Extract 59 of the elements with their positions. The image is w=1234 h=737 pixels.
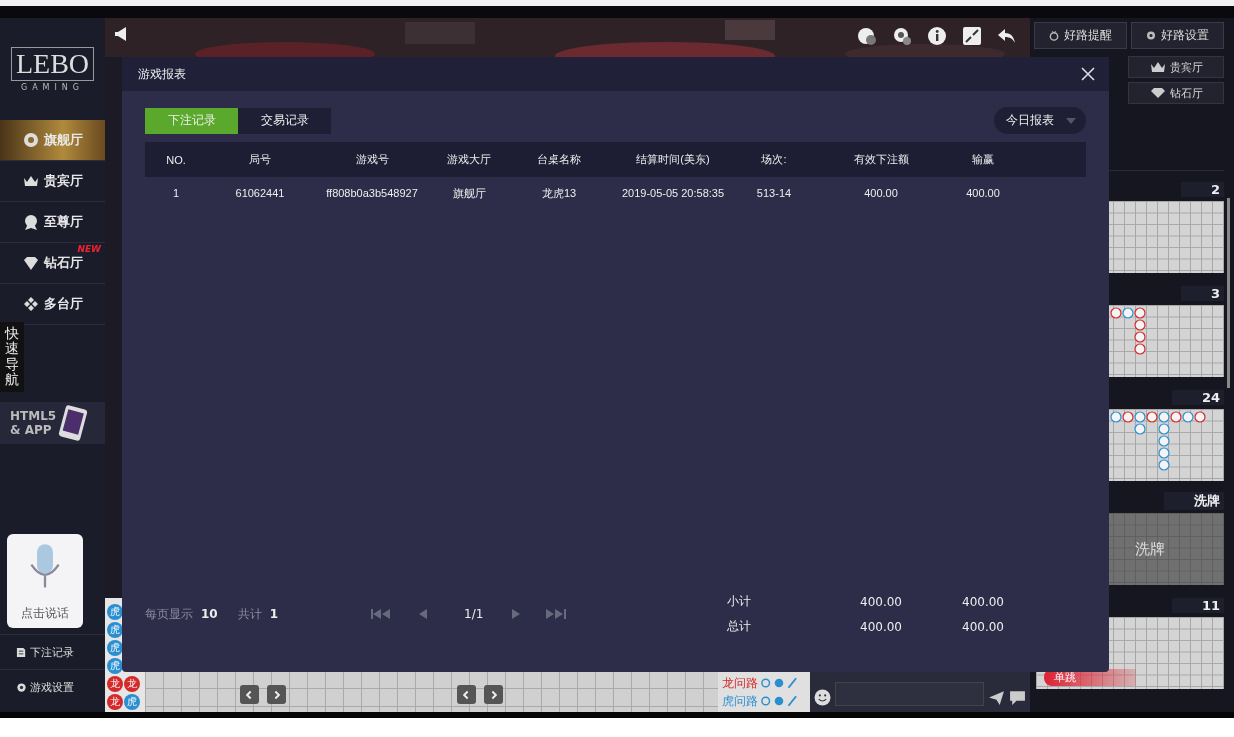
column-header: 游戏号: [354, 152, 390, 167]
hall-button[interactable]: 钻石厅: [1128, 82, 1224, 104]
good-road-settings-button[interactable]: 好路设置: [1131, 22, 1224, 49]
total-count-label: 共计: [237, 605, 262, 623]
bead-marker: 龙: [107, 694, 123, 710]
bead-marker: 虎: [107, 622, 123, 638]
per-page-value: 10: [201, 607, 218, 621]
table-cell-text: 400.00: [863, 187, 899, 199]
table-number: 2: [1180, 181, 1224, 197]
per-page-label: 每页显示: [145, 605, 193, 623]
bead-marker: 虎: [124, 694, 140, 710]
dialog-title: 游戏报表: [138, 65, 186, 83]
table-cell-text: 旗舰厅: [451, 185, 487, 201]
column-header: 场次:: [760, 152, 788, 167]
bead-marker: 龙: [124, 676, 140, 692]
sum-value: 400.00: [961, 594, 1005, 609]
column-header: 游戏大厅: [446, 152, 492, 167]
sum-value: 400.00: [859, 619, 903, 634]
bead-marker: 虎: [107, 640, 123, 656]
tab[interactable]: 交易记录: [238, 107, 331, 134]
sum-value: 400.00: [961, 619, 1005, 634]
table-cell-text: 400.00: [965, 187, 1001, 199]
table-cell-text: 513-14: [755, 187, 793, 199]
table-cell-text: 2019-05-05 20:58:35: [620, 187, 726, 199]
voice-label: 点击说话: [21, 605, 69, 622]
column-header: 输赢: [971, 152, 995, 167]
voice-button[interactable]: 点击说话: [7, 534, 83, 628]
page-indicator: 1/1: [464, 607, 484, 621]
table-cell-text: 61062441: [234, 187, 286, 199]
table-number: 11: [1171, 597, 1224, 613]
column-header: 结算时间(美东): [635, 152, 711, 167]
table-cell-text: 1: [171, 187, 181, 199]
bead-marker: 虎: [107, 658, 123, 674]
good-road-alert-button[interactable]: 好路提醒: [1034, 22, 1127, 49]
promo-text: HTML5 & APP: [10, 409, 57, 437]
column-header: 局号: [248, 152, 272, 167]
sum-value: 400.00: [859, 594, 903, 609]
table-cell-text: 龙虎13: [540, 185, 578, 201]
hall-button[interactable]: 贵宾厅: [1128, 56, 1224, 78]
sum-label: 小计: [727, 593, 752, 610]
logo-text: LEBO: [10, 46, 95, 81]
table-number: 3: [1180, 285, 1224, 301]
total-count-value: 1: [269, 607, 279, 621]
column-header: 台桌名称: [536, 152, 582, 167]
report-dropdown[interactable]: 今日报表: [994, 107, 1086, 134]
table-number: 洗牌: [1164, 492, 1224, 510]
app-promo-banner[interactable]: HTML5 & APP: [0, 402, 105, 444]
shuffle-label: 洗牌: [1134, 539, 1165, 559]
sum-label: 总计: [727, 618, 752, 635]
new-label: NEW: [77, 244, 101, 254]
bead-marker: 龙: [107, 676, 123, 692]
table-number: 24: [1171, 389, 1224, 405]
bead-marker: 虎: [107, 604, 123, 620]
ask-road-label[interactable]: 龙问路: [722, 674, 758, 692]
logo-subtext: GAMING: [20, 82, 85, 92]
column-header: 有效下注额: [852, 152, 910, 167]
table-cell-text: ff808b0a3b548927: [325, 187, 419, 199]
quick-nav-tab[interactable]: 快速导航: [0, 322, 24, 392]
column-header: NO.: [165, 153, 187, 166]
